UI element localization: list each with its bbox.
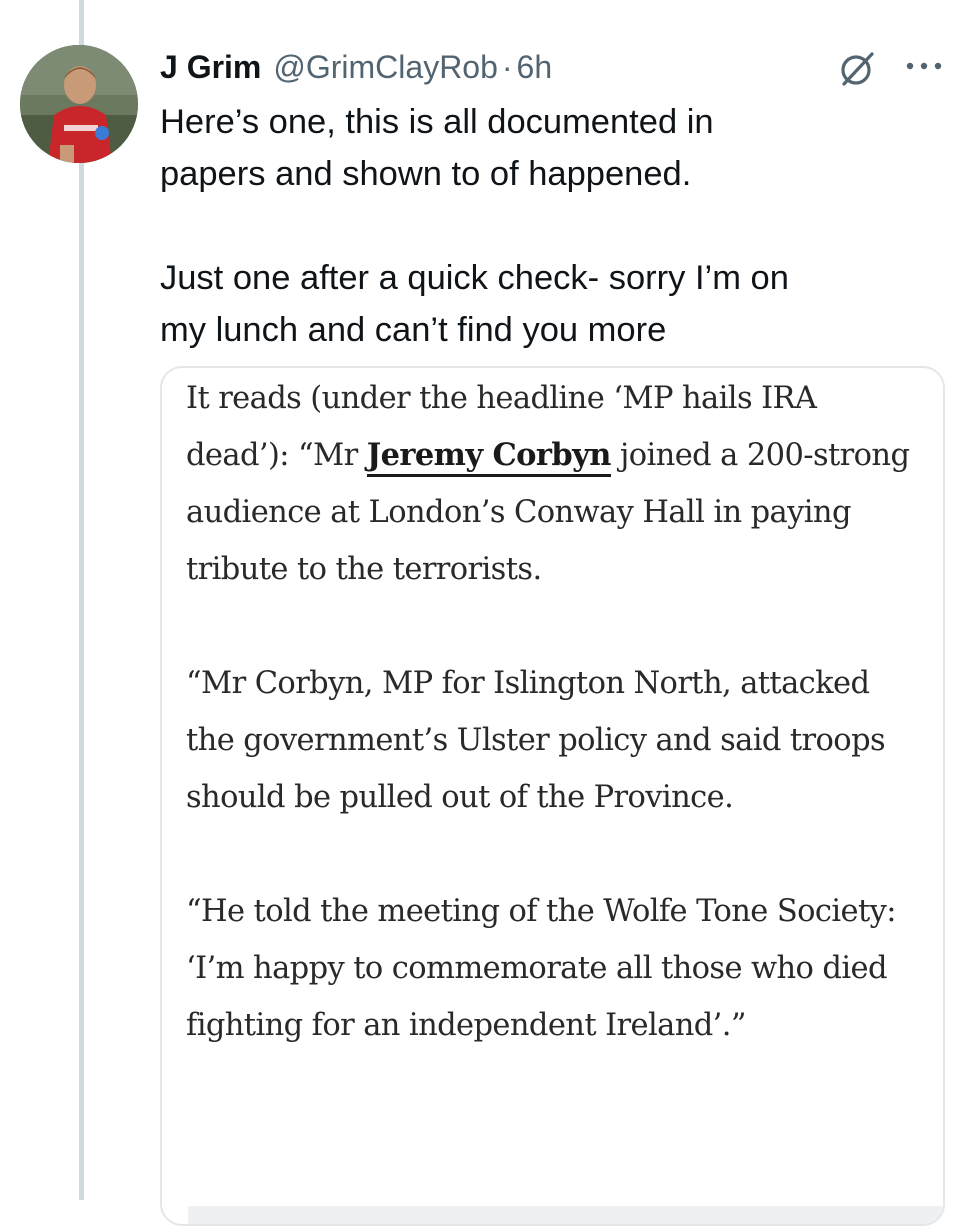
article-screenshot: It reads (under the headline ‘MP hails I… — [186, 370, 926, 1111]
article-paragraph-3: “He told the meeting of the Wolfe Tone S… — [186, 894, 897, 1043]
article-link-name: Jeremy Corbyn — [366, 437, 611, 477]
attached-image-card[interactable]: It reads (under the headline ‘MP hails I… — [160, 366, 945, 1226]
tweet-text: Here’s one, this is all documented in pa… — [160, 103, 789, 349]
card-footer-strip — [188, 1206, 943, 1224]
separator-dot: · — [501, 48, 513, 85]
avatar-photo — [20, 45, 138, 163]
author-name[interactable]: J Grim — [160, 49, 261, 86]
thread-connector-line — [79, 0, 84, 1200]
grok-icon[interactable] — [836, 48, 878, 90]
article-paragraph-2: “Mr Corbyn, MP for Islington North, atta… — [186, 666, 886, 815]
author-handle[interactable]: @GrimClayRob — [273, 49, 498, 86]
timestamp[interactable]: 6h — [517, 49, 553, 86]
more-icon[interactable] — [902, 54, 946, 78]
tweet-header: J Grim @GrimClayRob · 6h — [160, 42, 938, 92]
avatar[interactable] — [20, 45, 138, 163]
article-paragraph-1: It reads (under the headline ‘MP hails I… — [186, 370, 926, 598]
